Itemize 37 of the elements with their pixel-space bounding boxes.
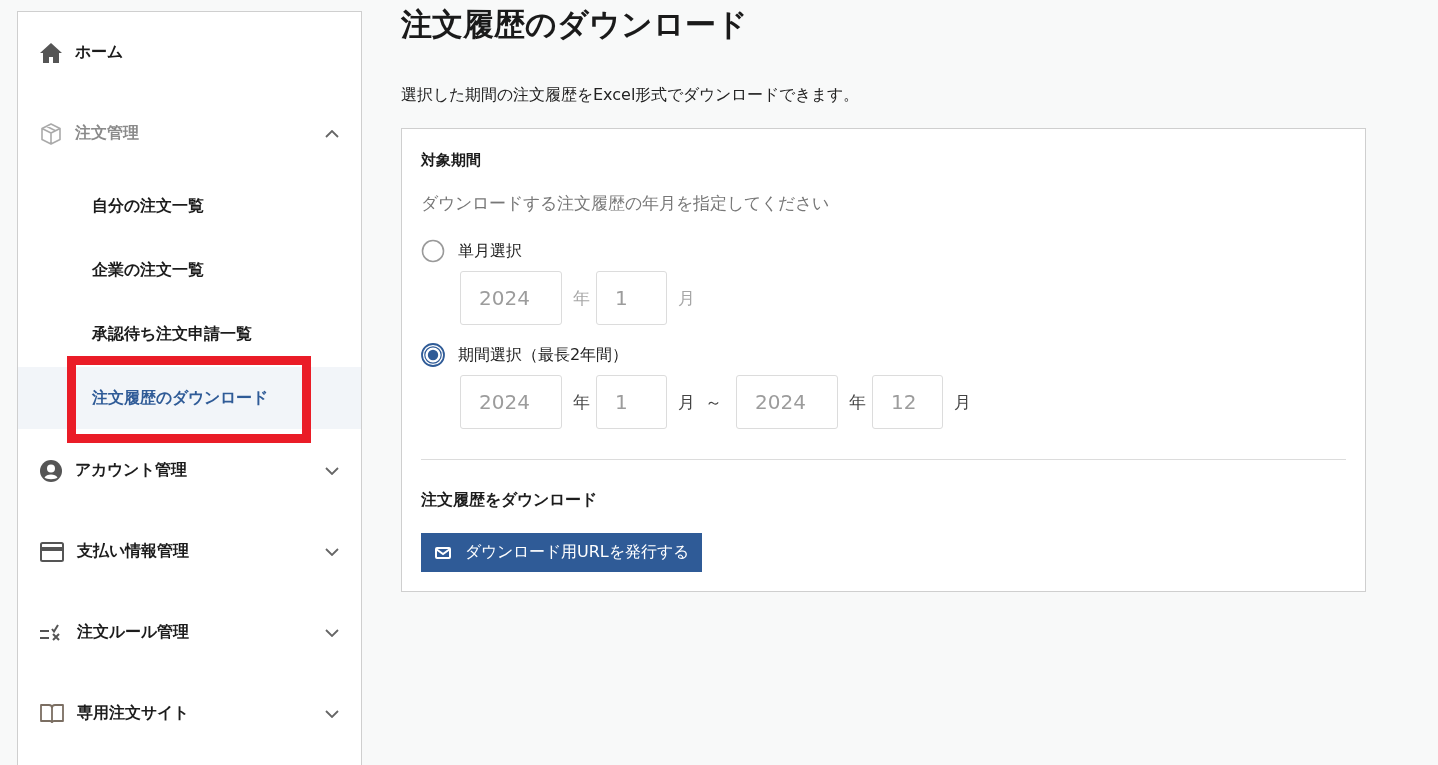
date-field[interactable]: 2024 (460, 375, 562, 429)
unit-label: 年 (573, 390, 590, 414)
sidebar-subitem[interactable]: 承認待ち注文申請一覧 (18, 314, 361, 354)
unit-label: 月 (678, 286, 695, 310)
date-field[interactable]: 2024 (736, 375, 838, 429)
range-separator: ～ (705, 390, 722, 414)
date-field[interactable]: 1 (596, 375, 667, 429)
date-field[interactable]: 12 (872, 375, 943, 429)
sidebar-group[interactable]: アカウント管理 (18, 444, 361, 497)
radio-label[interactable]: 単月選択 (458, 240, 522, 262)
user-icon (40, 459, 62, 482)
cube-icon (40, 122, 62, 145)
home-icon (40, 42, 62, 63)
date-field[interactable]: 2024 (460, 271, 562, 325)
section-heading: 対象期間 (421, 150, 482, 171)
radio-label[interactable]: 期間選択（最長2年間） (458, 344, 629, 366)
section-heading: 注文履歴をダウンロード (421, 489, 598, 511)
issue-url-button[interactable]: ダウンロード用URLを発行する (421, 533, 702, 572)
sidebar-subitem[interactable]: 自分の注文一覧 (18, 186, 361, 226)
unit-label: 月 (954, 390, 971, 414)
page-title: 注文履歴のダウンロード (401, 5, 749, 44)
page-description: 選択した期間の注文履歴をExcel形式でダウンロードできます。 (401, 84, 861, 106)
hint-text: ダウンロードする注文履歴の年月を指定してください (421, 192, 830, 215)
unit-label: 年 (849, 390, 866, 414)
sidebar-group[interactable]: 注文ルール管理 (18, 606, 361, 659)
book-icon (40, 704, 64, 723)
mail-icon (435, 546, 451, 559)
sidebar-group[interactable]: 支払い情報管理 (18, 525, 361, 578)
sidebar-group[interactable]: 専用注文サイト (18, 687, 361, 740)
radio-button[interactable] (421, 343, 445, 367)
credit-card-icon (40, 541, 64, 562)
unit-label: 月 (678, 390, 695, 414)
sidebar-item[interactable]: ホーム (18, 26, 361, 79)
date-field[interactable]: 1 (596, 271, 667, 325)
radio-button[interactable] (421, 239, 445, 263)
sidebar-subitem[interactable]: 企業の注文一覧 (18, 250, 361, 290)
unit-label: 年 (573, 286, 590, 310)
